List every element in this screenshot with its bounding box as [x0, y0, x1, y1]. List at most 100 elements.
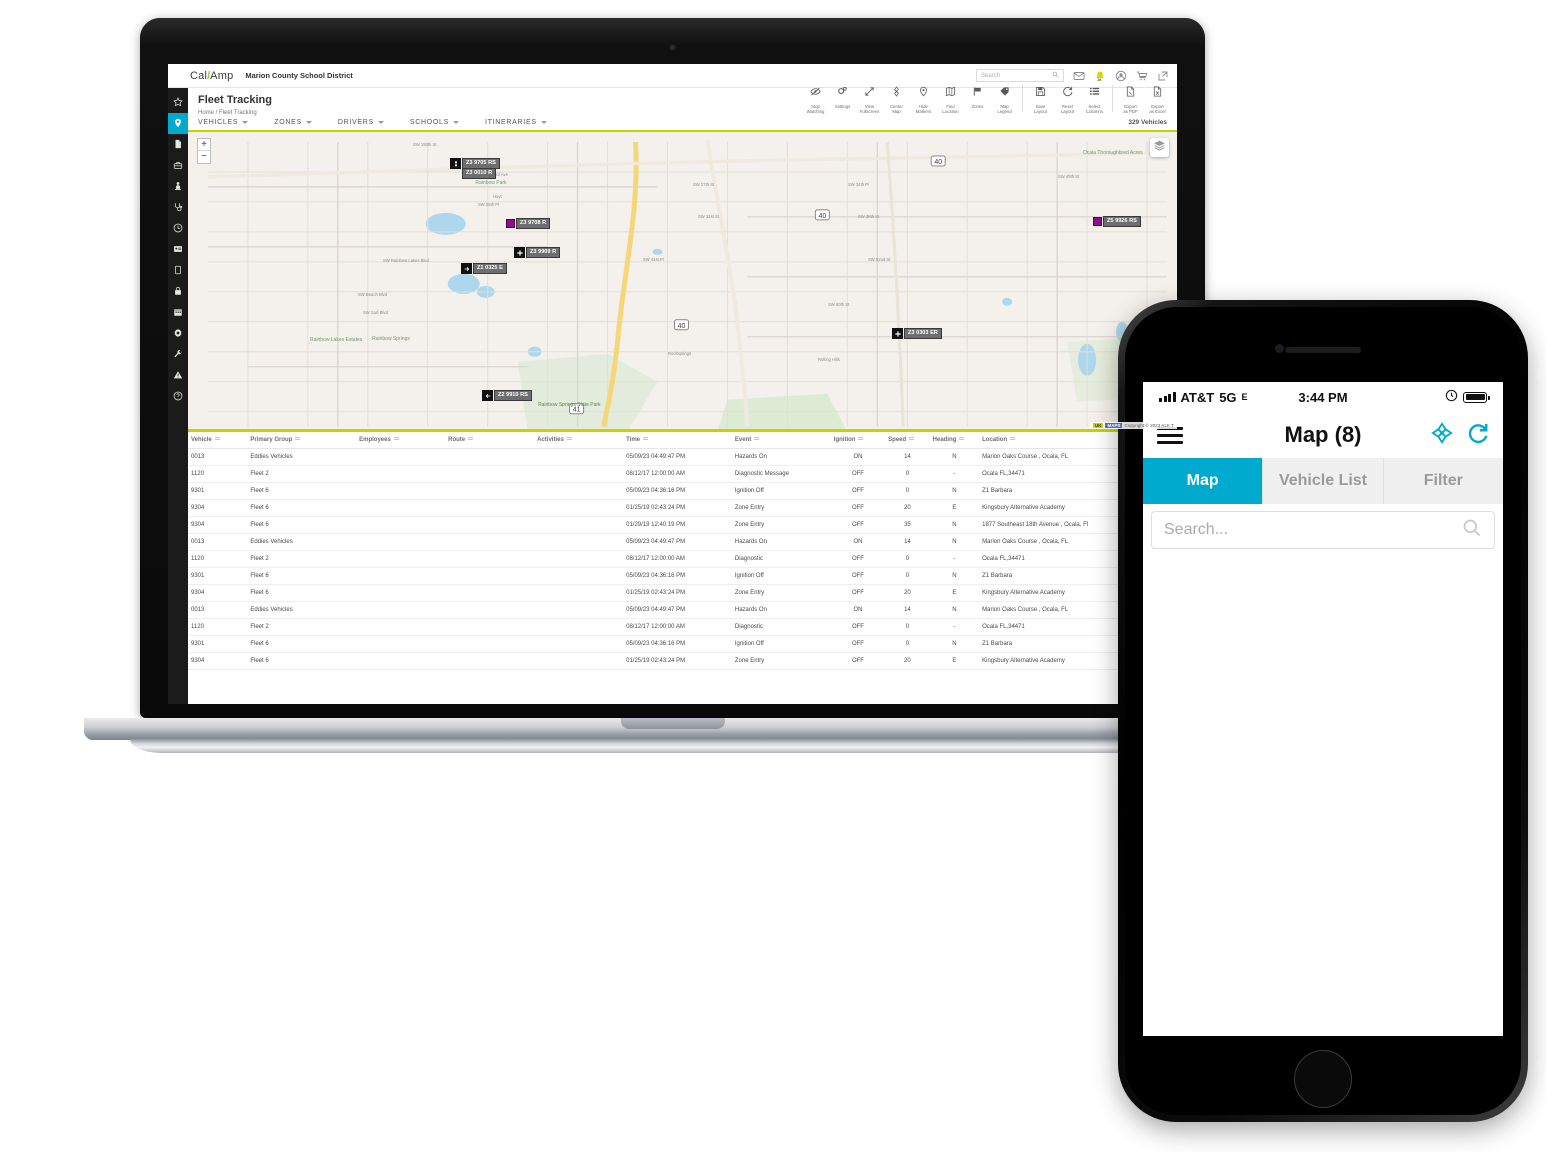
map-marker[interactable]: Z2 9910 RS	[482, 390, 532, 401]
map-layers-button[interactable]	[1150, 138, 1169, 157]
find-location-button[interactable]: Find Location	[937, 84, 964, 114]
menu-schools[interactable]: SCHOOLS	[410, 119, 460, 126]
table-row[interactable]: 0013 Eddies Vehicles 05/09/23 04:49:47 PM H…	[188, 601, 1177, 619]
map-marker[interactable]: Z3 9708 R	[506, 218, 551, 229]
tab-filter[interactable]: Filter	[1383, 458, 1503, 504]
sidebar-item-id-cards[interactable]	[168, 239, 188, 260]
svg-text:40: 40	[934, 159, 942, 166]
th-time[interactable]: Time	[623, 432, 732, 449]
menu-drivers[interactable]: DRIVERS	[338, 119, 384, 126]
sidebar-item-maintenance[interactable]	[168, 155, 188, 176]
cell-route	[445, 448, 535, 466]
map-marker[interactable]: Z3 9909 R	[514, 247, 561, 258]
table-row[interactable]: 1120 Fleet 2 08/12/17 12:00:00 AM Diagnosti…	[188, 550, 1177, 568]
settings-button[interactable]: Settings	[829, 84, 856, 109]
main-content: Fleet Tracking Home / Fleet Tracking VEH…	[188, 85, 1177, 704]
map-marker[interactable]: Z5 9926 RS	[1093, 216, 1141, 227]
menu-vehicles[interactable]: VEHICLES	[198, 119, 249, 126]
sidebar-item-alerts[interactable]	[168, 365, 188, 386]
column-filter-icon[interactable]	[1010, 437, 1016, 442]
map-marker[interactable]: Z3 0303 ER	[892, 328, 942, 339]
column-filter-icon[interactable]	[643, 437, 649, 442]
view-fullscreen-button[interactable]: View Fullscreen	[856, 84, 883, 114]
th-employees[interactable]: Employees	[356, 432, 446, 449]
sidebar-item-hours[interactable]	[168, 218, 188, 239]
tab-vehicle-list[interactable]: Vehicle List	[1263, 458, 1384, 504]
select-columns-button[interactable]: Select Columns	[1081, 84, 1108, 114]
sidebar-item-devices[interactable]	[168, 260, 188, 281]
table-row[interactable]: 9304 Fleet 6 01/25/19 02:43:24 PM Zone Entr…	[188, 499, 1177, 517]
table-row[interactable]: 9304 Fleet 6 01/25/19 02:43:24 PM Zone Entr…	[188, 584, 1177, 602]
column-filter-icon[interactable]	[214, 437, 220, 442]
sidebar-item-reports[interactable]	[168, 134, 188, 155]
sidebar-item-fleet-tracking[interactable]	[168, 113, 188, 134]
table-row[interactable]: 9301 Fleet 6 05/09/23 04:36:16 PM Ignition …	[188, 635, 1177, 653]
column-filter-icon[interactable]	[393, 437, 399, 442]
zoom-in-button[interactable]: +	[198, 139, 210, 151]
th-ignition[interactable]: Ignition	[830, 432, 886, 449]
sidebar-item-diagnostics[interactable]	[168, 197, 188, 218]
th-event[interactable]: Event	[731, 432, 831, 449]
th-location[interactable]: Location	[979, 432, 1118, 449]
phone-home-button[interactable]	[1294, 1050, 1352, 1108]
th-speed[interactable]: Speed	[885, 432, 930, 449]
th-heading[interactable]: Heading	[929, 432, 980, 449]
cell-vehicle: 9301	[188, 482, 248, 500]
save-layout-button[interactable]: Save Layout	[1027, 84, 1054, 114]
export-excel-button[interactable]: Export as Excel	[1144, 84, 1171, 114]
sidebar-item-schedule[interactable]	[168, 302, 188, 323]
refresh-icon[interactable]	[1467, 422, 1489, 449]
zones-button[interactable]: Zones	[964, 84, 991, 109]
column-filter-icon[interactable]	[754, 437, 760, 442]
calamp-logo[interactable]: Cal / Amp	[190, 70, 233, 82]
center-map-button[interactable]: Center Map	[883, 84, 910, 114]
th-vehicle[interactable]: Vehicle	[188, 432, 248, 449]
tab-map[interactable]: Map	[1143, 458, 1264, 504]
reset-layout-button[interactable]: Reset Layout	[1054, 84, 1081, 114]
hide-markers-button[interactable]: Hide Markers	[910, 84, 937, 114]
column-filter-icon[interactable]	[566, 437, 572, 442]
crosshair-icon[interactable]	[1431, 421, 1453, 449]
table-row[interactable]: 9301 Fleet 6 05/09/23 04:36:16 PM Ignition …	[188, 482, 1177, 500]
fleet-map[interactable]: 40 40 40 41 + − Hoyt Ave Rainbow Park Ra…	[188, 132, 1177, 432]
map-marker[interactable]: Z1 0325 E	[461, 263, 507, 274]
sidebar-item-help[interactable]	[168, 386, 188, 407]
sidebar-item-favorites[interactable]	[168, 92, 188, 113]
menu-itineraries[interactable]: ITINERARIES	[485, 119, 547, 126]
table-row[interactable]: 9304 Fleet 6 01/29/19 12:40:19 PM Zone Entr…	[188, 516, 1177, 534]
export-pdf-button[interactable]: Export as PDF	[1117, 84, 1144, 114]
th-primary-group[interactable]: Primary Group	[247, 432, 357, 449]
sidebar-item-security[interactable]	[168, 281, 188, 302]
map-marker-group[interactable]: Z3 9705 RS Z3 0010 R	[450, 158, 500, 179]
events-table-container[interactable]: Vehicle Primary Group Employees Route Ac…	[188, 432, 1177, 704]
phone-search-input[interactable]: Search...	[1151, 511, 1495, 549]
mail-icon[interactable]	[1073, 70, 1085, 82]
cart-icon[interactable]	[1136, 70, 1148, 82]
sidebar-item-tools[interactable]	[168, 344, 188, 365]
table-row[interactable]: 1120 Fleet 2 08/12/17 12:00:00 AM Diagnosti…	[188, 618, 1177, 636]
zoom-out-button[interactable]: −	[198, 151, 210, 163]
account-icon[interactable]	[1115, 70, 1127, 82]
menu-zones[interactable]: ZONES	[274, 119, 312, 126]
table-row[interactable]: 9304 Fleet 6 01/25/19 02:43:24 PM Zone Entr…	[188, 652, 1177, 670]
stop-watching-button[interactable]: Stop Watching	[802, 84, 829, 114]
column-filter-icon[interactable]	[959, 437, 965, 442]
bell-icon[interactable]: 16	[1094, 70, 1106, 82]
table-row[interactable]: 0013 Eddies Vehicles 05/09/23 04:49:47 PM H…	[188, 448, 1177, 466]
table-row[interactable]: 9301 Fleet 6 05/09/23 04:36:16 PM Ignition …	[188, 567, 1177, 585]
map-legend-button[interactable]: Map Legend	[991, 84, 1018, 114]
table-row[interactable]: 0013 Eddies Vehicles 05/09/23 04:49:47 PM H…	[188, 533, 1177, 551]
sidebar-item-settings[interactable]	[168, 323, 188, 344]
map-zoom-control[interactable]: + −	[197, 138, 211, 164]
column-filter-icon[interactable]	[295, 437, 301, 442]
column-filter-icon[interactable]	[858, 437, 864, 442]
th-activities[interactable]: Activities	[534, 432, 624, 449]
column-filter-icon[interactable]	[468, 437, 474, 442]
th-route[interactable]: Route	[445, 432, 535, 449]
map-marker[interactable]: Z3 0010 R	[461, 168, 497, 179]
column-filter-icon[interactable]	[909, 437, 915, 442]
external-link-icon[interactable]	[1157, 70, 1169, 82]
global-search-input[interactable]: Search	[976, 69, 1064, 82]
sidebar-item-drivers[interactable]	[168, 176, 188, 197]
table-row[interactable]: 1120 Fleet 2 08/12/17 12:00:00 AM Diagnosti…	[188, 465, 1177, 483]
